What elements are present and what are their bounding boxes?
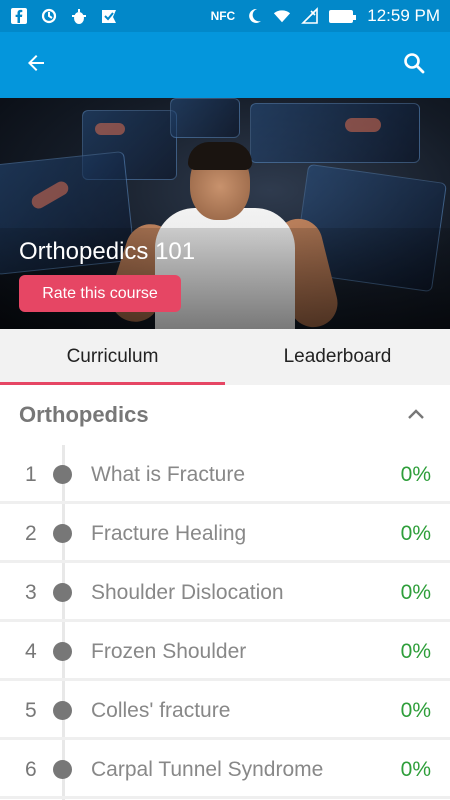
status-left-icons (10, 7, 118, 25)
timeline-dot (53, 465, 72, 484)
timeline-dot (53, 642, 72, 661)
lesson-title: Frozen Shoulder (91, 639, 247, 663)
timeline-dot (53, 583, 72, 602)
lesson-item[interactable]: 5 Colles' fracture 0% (0, 681, 450, 740)
timeline-dot (53, 760, 72, 779)
highlighted-bone (95, 123, 125, 135)
search-icon (402, 51, 426, 80)
android-debug-icon (70, 7, 88, 25)
xray-panel (170, 98, 240, 138)
section-header[interactable]: Orthopedics (0, 385, 450, 445)
course-hero-image: Orthopedics 101 Rate this course (0, 98, 450, 329)
status-time: 12:59 PM (367, 6, 440, 25)
moon-icon (245, 7, 263, 25)
tab-curriculum[interactable]: Curriculum (0, 329, 225, 385)
lesson-title: Shoulder Dislocation (91, 580, 284, 604)
app-bar (0, 32, 450, 98)
lesson-item[interactable]: 3 Shoulder Dislocation 0% (0, 563, 450, 622)
lesson-progress: 0% (400, 639, 431, 663)
lesson-progress: 0% (400, 521, 431, 545)
lesson-item[interactable]: 2 Fracture Healing 0% (0, 504, 450, 563)
tab-leaderboard[interactable]: Leaderboard (225, 329, 450, 385)
xray-panel (250, 103, 420, 163)
lesson-progress: 0% (400, 757, 431, 781)
wifi-icon (273, 7, 291, 25)
no-signal-icon (301, 7, 319, 25)
status-bar: NFC 12:59 PM (0, 0, 450, 32)
lesson-progress: 0% (400, 580, 431, 604)
nfc-icon: NFC (210, 9, 236, 23)
lesson-title: Fracture Healing (91, 521, 247, 545)
highlighted-bone (345, 118, 381, 132)
lesson-progress: 0% (400, 698, 431, 722)
lesson-item[interactable]: 4 Frozen Shoulder 0% (0, 622, 450, 681)
checkmark-app-icon (100, 7, 118, 25)
arrow-back-icon (24, 51, 48, 80)
status-right-icons: NFC 12:59 PM (211, 6, 440, 26)
rate-course-button[interactable]: Rate this course (19, 275, 181, 312)
back-button[interactable] (18, 47, 54, 83)
search-button[interactable] (396, 47, 432, 83)
lesson-item[interactable]: 1 What is Fracture 0% (0, 445, 450, 504)
person-hair (188, 142, 252, 170)
lesson-title: Colles' fracture (91, 698, 231, 722)
battery-icon (329, 9, 357, 23)
section-title: Orthopedics (19, 402, 149, 427)
lesson-progress: 0% (400, 462, 431, 486)
sync-icon (40, 7, 58, 25)
facebook-icon (10, 7, 28, 25)
course-title: Orthopedics 101 (19, 238, 196, 265)
chevron-up-icon[interactable] (401, 400, 431, 430)
lesson-title: Carpal Tunnel Syndrome (91, 757, 324, 781)
lesson-title: What is Fracture (91, 462, 246, 486)
tab-bar: Curriculum Leaderboard (0, 329, 450, 385)
lesson-item[interactable]: 6 Carpal Tunnel Syndrome 0% (0, 740, 450, 799)
lesson-list: 1 What is Fracture 0% 2 Fracture Healing… (0, 445, 450, 800)
timeline-dot (53, 701, 72, 720)
timeline-dot (53, 524, 72, 543)
